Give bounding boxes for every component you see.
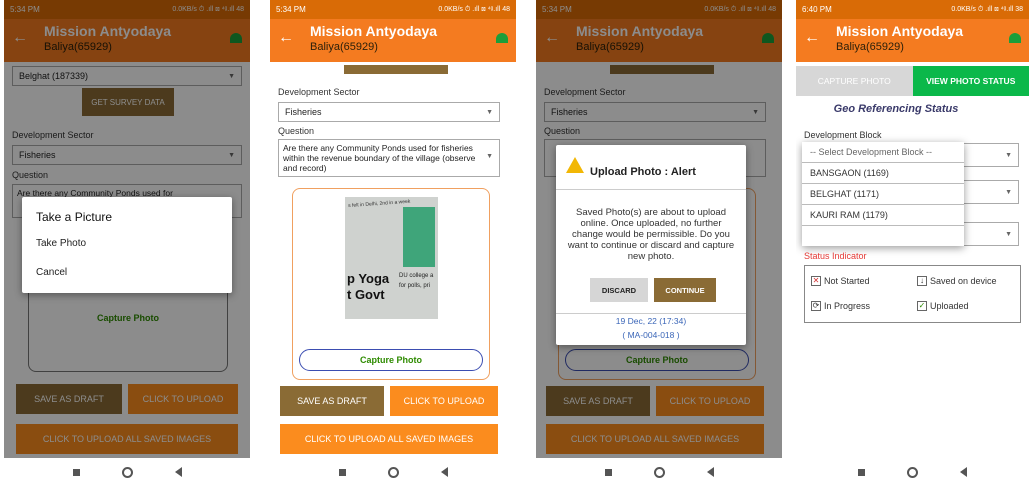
back-icon[interactable] bbox=[960, 467, 967, 477]
alert-title: Upload Photo : Alert bbox=[590, 166, 696, 178]
system-nav-bar bbox=[270, 458, 516, 486]
dropdown-placeholder[interactable]: -- Select Development Block -- bbox=[802, 142, 964, 163]
app-title: Mission Antyodaya bbox=[836, 23, 964, 39]
alert-divider-bottom bbox=[556, 313, 746, 314]
status-bar: 6:40 PM 0.0KB/s ⏱ .ıll ⊠ ⁴ᵍ.ıll 38 bbox=[796, 0, 1029, 19]
legend-label: Uploaded bbox=[930, 301, 969, 311]
warning-icon bbox=[566, 157, 584, 173]
dropdown-option[interactable]: BELGHAT (1171) bbox=[802, 184, 964, 205]
dropdown-option[interactable]: KAURI RAM (1179) bbox=[802, 205, 964, 226]
chevron-down-icon: ▼ bbox=[486, 153, 493, 160]
capture-photo-button[interactable]: Capture Photo bbox=[299, 349, 483, 371]
home-icon[interactable] bbox=[907, 466, 918, 478]
refresh-icon: ⟳ bbox=[811, 301, 821, 311]
photo-text-3: DU college a bbox=[399, 273, 434, 279]
chevron-down-icon: ▼ bbox=[1005, 230, 1012, 238]
back-icon[interactable] bbox=[440, 467, 448, 477]
status-legend: ✕ Not Started ↓ Saved on device ⟳ In Progre… bbox=[804, 265, 1021, 323]
photo-text-1: p Yoga bbox=[347, 271, 390, 286]
app-bar: ← Mission Antyodaya Baliya(65929) bbox=[796, 19, 1029, 62]
system-nav-bar bbox=[536, 458, 782, 486]
back-icon[interactable] bbox=[174, 467, 182, 477]
screen-upload-alert: 5:34 PM 0.0KB/s ⏱ .ıll ⊠ ⁴ᵍ.ıll 48 ← Mis… bbox=[536, 0, 782, 486]
screen-take-picture: 5:34 PM 0.0KB/s ⏱ .ıll ⊠ ⁴ᵍ.ıll 48 ← Mis… bbox=[4, 0, 250, 486]
back-arrow-icon[interactable]: ← bbox=[278, 29, 294, 47]
tab-bar: CAPTURE PHOTO VIEW PHOTO STATUS bbox=[796, 66, 1029, 96]
page-heading: Geo Referencing Status bbox=[833, 103, 959, 115]
captured-photo: s felt in Delhi, 2nd in a week p Yoga t … bbox=[345, 197, 438, 319]
app-title: Mission Antyodaya bbox=[310, 23, 438, 39]
legend-in-progress: ⟳ In Progress bbox=[811, 301, 870, 311]
photo-text-2: t Govt bbox=[347, 287, 385, 302]
tab-view-photo-status[interactable]: VIEW PHOTO STATUS bbox=[912, 66, 1029, 96]
cross-icon: ✕ bbox=[811, 276, 821, 286]
download-icon: ↓ bbox=[917, 276, 927, 286]
tab-capture-photo[interactable]: CAPTURE PHOTO bbox=[796, 66, 913, 96]
photo-text-4: for polls, pri bbox=[399, 283, 431, 289]
system-nav-bar bbox=[4, 458, 250, 486]
discard-button[interactable]: DISCARD bbox=[590, 278, 648, 302]
status-bar: 5:34 PM 0.0KB/s ⏱ .ıll ⊠ ⁴ᵍ.ıll 48 bbox=[270, 0, 516, 19]
screen-photo-captured: 5:34 PM 0.0KB/s ⏱ .ıll ⊠ ⁴ᵍ.ıll 48 ← Mis… bbox=[270, 0, 516, 486]
block-dropdown-list: -- Select Development Block -- BANSGAON … bbox=[802, 142, 964, 246]
save-draft-button[interactable]: SAVE AS DRAFT bbox=[280, 386, 384, 416]
sector-label: Development Sector bbox=[278, 87, 360, 97]
photo-code: ( MA-004-018 ) bbox=[622, 330, 680, 340]
system-nav-bar bbox=[796, 458, 1029, 486]
recents-icon[interactable] bbox=[604, 468, 612, 476]
legend-label: In Progress bbox=[824, 301, 871, 311]
legend-saved: ↓ Saved on device bbox=[917, 276, 997, 286]
wifi-icon bbox=[1009, 33, 1021, 43]
home-icon[interactable] bbox=[387, 466, 399, 478]
back-icon[interactable] bbox=[706, 467, 714, 477]
block-label: Development Block bbox=[804, 130, 882, 140]
home-icon[interactable] bbox=[653, 466, 665, 478]
app-bar: ← Mission Antyodaya Baliya(65929) bbox=[270, 19, 516, 62]
chevron-down-icon: ▼ bbox=[1005, 151, 1012, 159]
continue-button[interactable]: CONTINUE bbox=[654, 278, 716, 302]
legend-label: Saved on device bbox=[930, 276, 997, 286]
screen-geo-status: 6:40 PM 0.0KB/s ⏱ .ıll ⊠ ⁴ᵍ.ıll 38 ← Mis… bbox=[796, 0, 1029, 486]
dropdown-option[interactable]: BANSGAON (1169) bbox=[802, 163, 964, 184]
back-arrow-icon[interactable]: ← bbox=[804, 29, 820, 47]
take-photo-option[interactable]: Take Photo bbox=[22, 224, 232, 249]
app-subtitle: Baliya(65929) bbox=[310, 41, 378, 53]
legend-not-started: ✕ Not Started bbox=[811, 276, 870, 286]
status-icons: 0.0KB/s ⏱ .ıll ⊠ ⁴ᵍ.ıll 48 bbox=[438, 5, 510, 13]
take-picture-dialog: Take a Picture Take Photo Cancel bbox=[22, 197, 232, 293]
cancel-option[interactable]: Cancel bbox=[22, 249, 232, 278]
status-indicator-label: Status Indicator bbox=[804, 251, 867, 261]
recents-icon[interactable] bbox=[72, 468, 80, 476]
sector-select[interactable]: Fisheries ▼ bbox=[278, 102, 500, 122]
alert-message: Saved Photo(s) are about to upload onlin… bbox=[567, 207, 735, 262]
survey-button-edge[interactable] bbox=[344, 65, 448, 74]
photo-card: s felt in Delhi, 2nd in a week p Yoga t … bbox=[292, 188, 490, 380]
recents-icon[interactable] bbox=[338, 468, 346, 476]
legend-label: Not Started bbox=[824, 276, 870, 286]
click-to-upload-button[interactable]: CLICK TO UPLOAD bbox=[390, 386, 498, 416]
photo-green-panel bbox=[403, 207, 435, 267]
alert-divider bbox=[556, 189, 746, 190]
question-select[interactable]: Are there any Community Ponds used for f… bbox=[278, 139, 500, 177]
status-time: 5:34 PM bbox=[276, 5, 306, 14]
check-icon: ✓ bbox=[917, 301, 927, 311]
photo-date: 19 Dec, 22 (17:34) bbox=[615, 316, 687, 326]
question-label: Question bbox=[278, 126, 315, 136]
sector-select-value: Fisheries bbox=[285, 107, 322, 117]
home-icon[interactable] bbox=[121, 466, 133, 478]
legend-uploaded: ✓ Uploaded bbox=[917, 301, 969, 311]
app-subtitle: Baliya(65929) bbox=[836, 41, 904, 53]
chevron-down-icon: ▼ bbox=[1005, 188, 1012, 196]
wifi-icon bbox=[496, 33, 508, 43]
upload-alert-dialog: Upload Photo : Alert Saved Photo(s) are … bbox=[556, 145, 746, 345]
question-value: Are there any Community Ponds used for f… bbox=[283, 143, 476, 173]
dialog-title: Take a Picture bbox=[36, 210, 113, 224]
status-time: 6:40 PM bbox=[802, 5, 832, 14]
upload-all-button[interactable]: CLICK TO UPLOAD ALL SAVED IMAGES bbox=[280, 424, 498, 454]
recents-icon[interactable] bbox=[858, 468, 865, 476]
chevron-down-icon: ▼ bbox=[486, 108, 493, 116]
status-icons: 0.0KB/s ⏱ .ıll ⊠ ⁴ᵍ.ıll 38 bbox=[951, 5, 1023, 13]
